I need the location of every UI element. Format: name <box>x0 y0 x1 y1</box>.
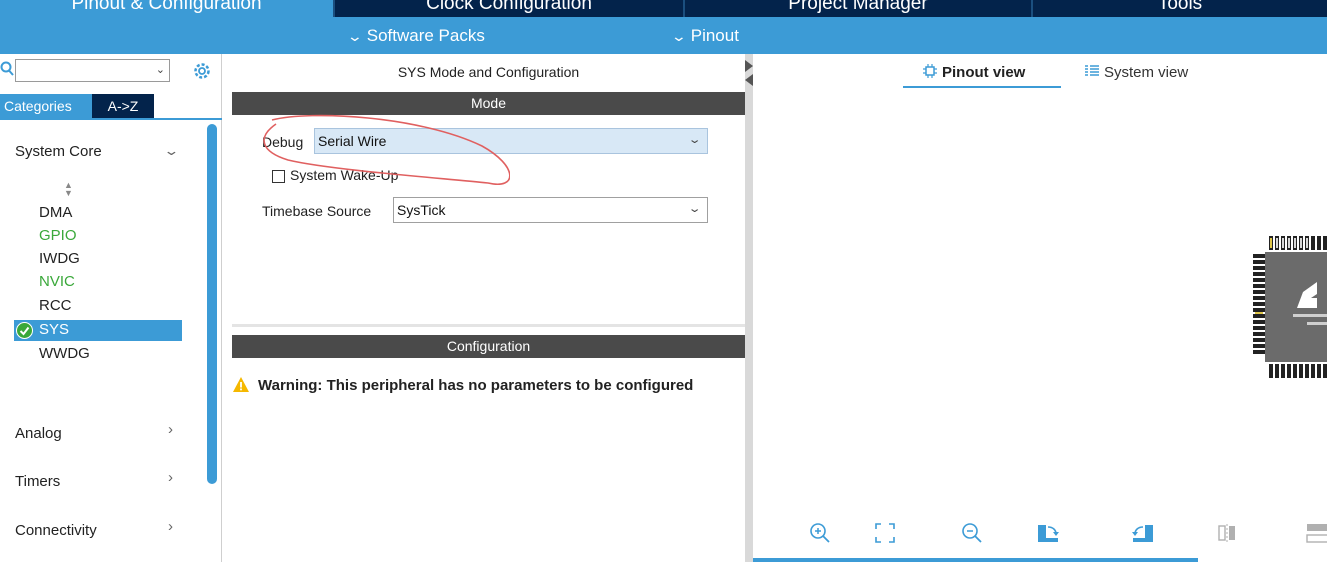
zoom-out-icon[interactable] <box>959 520 985 546</box>
tab-tools[interactable]: Tools <box>1033 0 1327 17</box>
top-tab-bar: Pinout & Configuration Clock Configurati… <box>0 0 1327 17</box>
chevron-right-icon[interactable]: › <box>168 421 173 438</box>
list-icon <box>1085 65 1099 76</box>
search-input[interactable]: ⌄ <box>15 59 170 82</box>
tab-underline <box>0 118 222 120</box>
peripheral-sys-label: SYS <box>39 321 70 338</box>
software-packs-menu[interactable]: ⌄ Software Packs <box>346 17 485 54</box>
category-system-core[interactable]: System Core <box>15 143 102 160</box>
chevron-right-icon[interactable]: › <box>168 518 173 535</box>
panel-splitter[interactable] <box>232 324 745 327</box>
warning-message: Warning: This peripheral has no paramete… <box>258 377 694 394</box>
timebase-select[interactable]: SysTick ⌄ <box>393 197 708 223</box>
tab-pinout-view[interactable]: Pinout view <box>923 64 1025 81</box>
collapse-arrow-icon[interactable] <box>745 58 753 88</box>
panel-title: SYS Mode and Configuration <box>397 64 580 80</box>
tab-a-to-z[interactable]: A->Z <box>92 94 154 118</box>
sys-configuration-panel: SYS Mode and Configuration Mode Debug Se… <box>232 54 745 562</box>
system-view-label: System view <box>1104 64 1189 81</box>
peripheral-iwdg[interactable]: IWDG <box>39 250 80 267</box>
chevron-down-icon: ⌄ <box>346 28 364 44</box>
chevron-down-icon: ⌄ <box>687 134 702 146</box>
pinout-menu[interactable]: ⌄ Pinout <box>670 17 739 54</box>
software-packs-label: Software Packs <box>366 26 485 45</box>
pinout-label: Pinout <box>690 26 739 45</box>
chevron-down-icon: ⌄ <box>687 203 702 215</box>
stm32cubemx-window: Pinout & Configuration Clock Configurati… <box>0 0 1327 562</box>
mcu-chip[interactable] <box>1253 234 1327 380</box>
flip-vertical-icon[interactable] <box>1304 520 1327 546</box>
configuration-header: Configuration <box>232 335 745 358</box>
chevron-down-icon: ⌄ <box>670 28 688 44</box>
peripheral-rcc[interactable]: RCC <box>39 297 72 314</box>
tab-project-manager[interactable]: Project Manager <box>685 0 1031 17</box>
tab-pinout-configuration[interactable]: Pinout & Configuration <box>0 0 333 17</box>
peripheral-sys[interactable]: SYS <box>14 320 182 341</box>
tab-system-view[interactable]: System view <box>1085 64 1188 81</box>
category-analog[interactable]: Analog <box>15 425 62 442</box>
chevron-right-icon[interactable]: › <box>168 469 173 486</box>
timebase-label: Timebase Source <box>262 203 372 219</box>
chevron-down-icon[interactable]: ⌄ <box>156 63 165 76</box>
check-icon <box>16 322 33 339</box>
categories-panel: ⌄ Categories A->Z System Core ⌄ ▲ ▼ DMA G… <box>0 54 222 562</box>
vertical-scrollbar[interactable] <box>207 124 217 484</box>
horizontal-scrollbar[interactable] <box>753 558 1198 562</box>
gear-icon[interactable] <box>192 61 212 81</box>
panel-divider[interactable] <box>745 54 753 562</box>
warning-icon <box>233 377 249 392</box>
peripheral-gpio[interactable]: GPIO <box>39 227 77 244</box>
timebase-value: SysTick <box>397 202 446 218</box>
red-annotation-circle <box>263 114 510 186</box>
tab-clock-configuration[interactable]: Clock Configuration <box>335 0 683 17</box>
peripheral-wwdg[interactable]: WWDG <box>39 345 90 362</box>
peripheral-dma[interactable]: DMA <box>39 204 72 221</box>
category-connectivity[interactable]: Connectivity <box>15 522 97 539</box>
pinout-view-label: Pinout view <box>942 64 1026 81</box>
tab-categories[interactable]: Categories <box>0 94 92 118</box>
fit-screen-icon[interactable] <box>872 520 898 546</box>
peripheral-nvic[interactable]: NVIC <box>39 273 75 290</box>
sort-icon[interactable]: ▲ ▼ <box>64 181 73 198</box>
flip-horizontal-icon[interactable] <box>1214 520 1240 546</box>
chevron-down-icon[interactable]: ⌄ <box>163 143 179 159</box>
rotate-left-icon[interactable] <box>1130 520 1156 546</box>
tab-underline <box>903 86 1061 88</box>
chip-icon <box>923 64 937 78</box>
category-timers[interactable]: Timers <box>15 473 60 490</box>
pinout-view-panel: Pinout view System view <box>753 54 1327 562</box>
search-icon <box>0 61 14 76</box>
rotate-right-icon[interactable] <box>1035 520 1061 546</box>
zoom-in-icon[interactable] <box>807 520 833 546</box>
sub-menu-bar: ⌄ Software Packs ⌄ Pinout <box>0 17 1327 54</box>
